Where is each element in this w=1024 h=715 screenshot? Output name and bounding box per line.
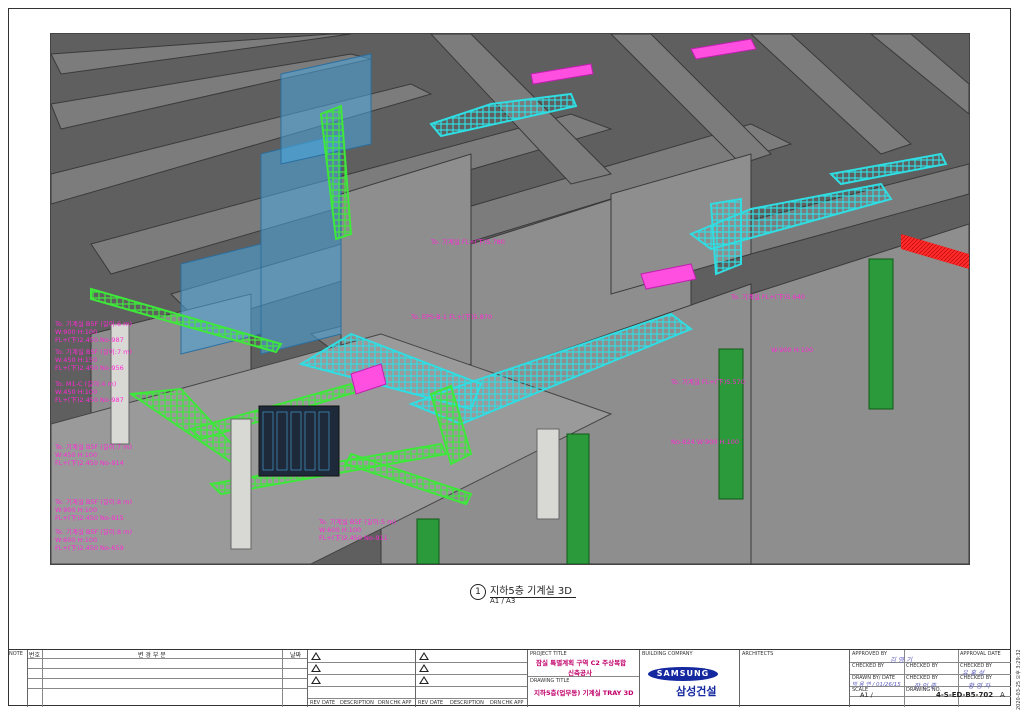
architects-label: ARCHITECTS: [742, 651, 774, 657]
title-block: NOTE 번호 변 경 부 분 날짜 REV DATE DESCRIPTION …: [8, 649, 1011, 707]
rev-col: DRN: [378, 700, 390, 706]
tag-label: W:450 H:150: [55, 356, 97, 364]
tag-label: FL+(下)2.450 No-987: [55, 396, 124, 404]
tag-label: To. 기계실 FL+(下)5.780: [430, 237, 505, 246]
company-name: 삼성건설: [676, 685, 717, 698]
note-cell: NOTE: [8, 650, 28, 707]
rev-col: DATE: [322, 700, 336, 706]
tag-label: W:600 H:100: [55, 536, 97, 544]
tag-label: To. 기계실 B5F (길이:8 m): [54, 527, 132, 536]
drawing-title: 지하5층(업무동) 기계실 TRAY 3D: [534, 689, 634, 697]
checked-by-label: CHECKED BY: [852, 663, 884, 669]
view-caption: 1 지하5층 기계실 3D A1 / A3: [470, 582, 620, 610]
tag-label: To. 기계실 FL+(下)5.570: [670, 377, 745, 386]
tag-label: FL+(下)2.450 No-914: [55, 459, 124, 467]
revision-triangle-icon: [311, 676, 321, 684]
view-scale: A1 / A3: [490, 597, 516, 605]
tag-label: No-824 W:900 H:100: [671, 438, 739, 446]
rev-col: APP: [402, 700, 412, 706]
tag-label: To. 기계실 B5F (길이:7 m): [54, 442, 132, 451]
approval-date-label: APPROVAL DATE: [960, 651, 1001, 657]
drawing-title-label: DRAWING TITLE: [530, 678, 570, 684]
samsung-logo: SAMSUNG: [648, 667, 718, 681]
view-number: 1: [470, 584, 486, 600]
revision-triangle-icon: [419, 652, 429, 660]
tag-label: W:900 H:100: [771, 346, 813, 354]
revision-triangle-icon: [419, 676, 429, 684]
tag-label: To. EPS-B-1 FL+(下)5.870: [410, 313, 492, 321]
rev-col: DRN: [490, 700, 502, 706]
building-company-label: BUILDING COMPANY: [642, 651, 693, 657]
tag-label: W:900 H:100: [55, 506, 97, 514]
electrical-panels: [258, 405, 340, 477]
view-title: 지하5층 기계실 3D: [490, 582, 576, 598]
revision-table-2: REV DATE DESCRIPTION DRN CHK APP: [416, 650, 528, 707]
bim-3d-viewport[interactable]: To. 기계실 B5F (길이:6 m) W:900 H:100 FL+(下)2…: [50, 33, 970, 565]
tag-label: To. 기계실 B5F (길이:6 m): [54, 319, 132, 328]
rev-col: DATE: [430, 700, 444, 706]
plot-timestamp: 2020-03-25 오후 3:29:32: [1014, 640, 1024, 710]
scale-value: A1 /: [860, 691, 873, 699]
revision-list: 번호 변 경 부 분 날짜: [28, 650, 308, 707]
note-label: NOTE: [9, 651, 23, 657]
rev-col: APP: [514, 700, 524, 706]
tag-label: FL+(下)2.450 No-987: [55, 336, 124, 344]
project-title: 잠실 특별계획 구역 C2 주상복합: [536, 659, 627, 667]
rev-desc-header: 변 경 부 분: [138, 652, 166, 659]
tag-label: FL+(下)2.450 No-911: [319, 534, 388, 542]
rev-col: DESCRIPTION: [450, 700, 484, 706]
architects-cell: ARCHITECTS: [740, 650, 850, 707]
tag-label: W:450 H:100: [55, 388, 97, 396]
revision-triangle-icon: [311, 652, 321, 660]
rev-col: DESCRIPTION: [340, 700, 374, 706]
tag-label: FL+(下)2.450 No-956: [55, 364, 124, 372]
project-title-cell: PROJECT TITLE 잠실 특별계획 구역 C2 주상복합 신축공사 DR…: [528, 650, 640, 707]
tag-label: W:450 H:100: [55, 451, 97, 459]
tag-label: W:600 H:100: [319, 526, 361, 534]
tag-label: To. 기계실 B5F (길이:5 m): [318, 517, 396, 526]
drawing-number: 4-S-ED-B5-702: [936, 691, 994, 699]
rev-date-header: 날짜: [290, 652, 302, 659]
checked-by-label: CHECKED BY: [906, 663, 938, 669]
plot-timestamp-text: 2020-03-25 오후 3:29:32: [1016, 649, 1022, 710]
project-subtitle: 신축공사: [568, 669, 592, 677]
rev-no-header: 번호: [29, 652, 41, 659]
tag-label: To. 기계실 FL+(下)5.640: [730, 292, 805, 301]
checked-by-3: 황 영 자: [968, 682, 991, 690]
revision-triangle-icon: [311, 664, 321, 672]
tag-label: W:900 H:100: [55, 328, 97, 336]
approved-by-label: APPROVED BY: [852, 651, 888, 657]
tag-label: FL+(下)2.450 No-915: [55, 514, 124, 522]
rev-col: REV: [310, 700, 321, 706]
tag-label: To. 기계실 B5F (길이:8 m): [54, 497, 132, 506]
revision-table-1: REV DATE DESCRIPTION DRN CHK APP: [308, 650, 416, 707]
tag-label: To. 기계실 B5F (길이:7 m): [54, 347, 132, 356]
tag-label: To. M1-C (길이:4 m): [54, 379, 116, 388]
revision-triangle-icon: [419, 664, 429, 672]
rev-col: REV: [418, 700, 429, 706]
approval-cell: APPROVED BY 김 영 기 APPROVAL DATE CHECKED …: [850, 650, 1011, 707]
tag-label: FL+(下)2.450 No-659: [55, 544, 124, 552]
sheet-revision: A: [1000, 691, 1005, 699]
rev-col: CHK: [390, 700, 401, 706]
rev-col: CHK: [502, 700, 513, 706]
mechanical-room-3d-model: To. 기계실 B5F (길이:6 m) W:900 H:100 FL+(下)2…: [51, 34, 969, 564]
